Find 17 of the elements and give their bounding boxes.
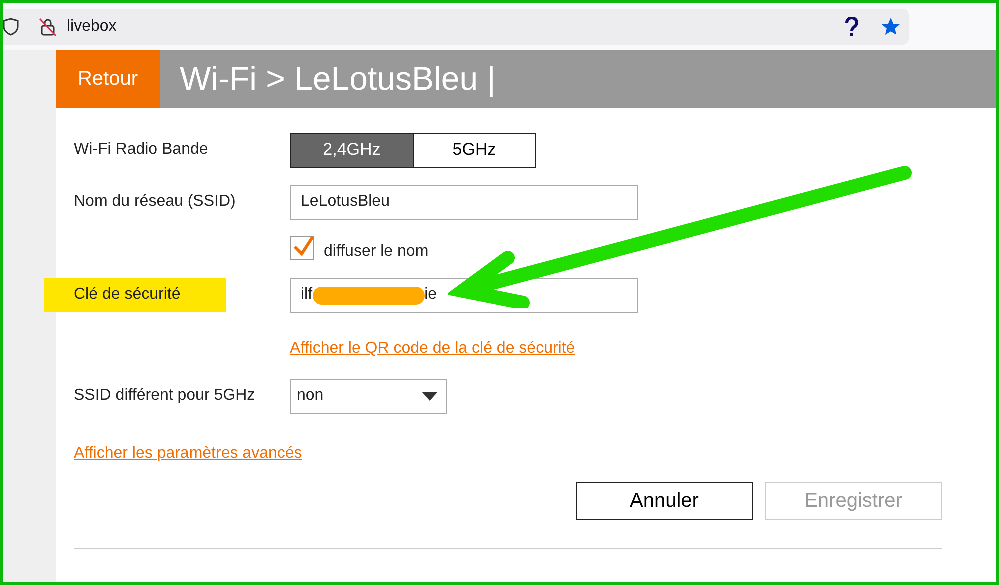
help-icon[interactable]	[845, 16, 859, 36]
shield-icon	[3, 18, 19, 36]
security-key-field[interactable]: ilf ie	[290, 278, 638, 312]
ssid-field[interactable]: LeLotusBleu	[290, 184, 638, 220]
caret-icon	[422, 392, 438, 400]
checkbox[interactable]	[290, 236, 314, 260]
lock-icon	[39, 16, 57, 36]
field-label: Clé de sécurité	[44, 278, 226, 312]
field-label: Nom du réseau (SSID)	[74, 193, 237, 211]
cancel-button[interactable]: Annuler	[576, 482, 753, 520]
band-tab[interactable]: 2,4GHz	[291, 134, 413, 166]
page-title: Wi-Fi > LeLotusBleu |	[180, 60, 496, 98]
ssid-select[interactable]: non	[290, 378, 447, 414]
star-icon[interactable]	[881, 16, 901, 36]
field-label: Wi-Fi Radio Bande	[74, 141, 210, 159]
checkbox-label: diffuser le nom	[324, 243, 429, 261]
field-label: SSID différent pour 5GHz	[74, 387, 256, 405]
